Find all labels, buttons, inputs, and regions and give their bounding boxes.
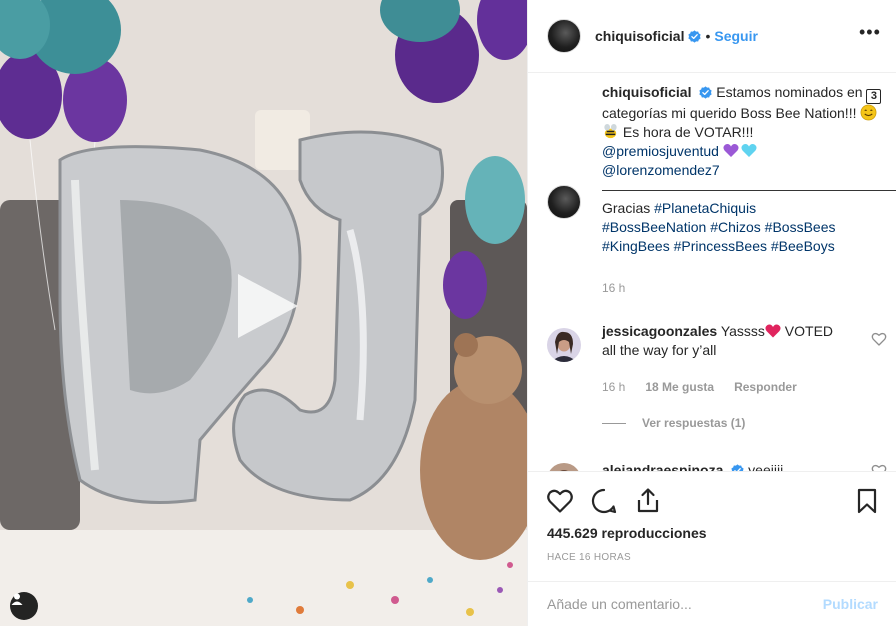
mention-premiosjuventud[interactable]: @premiosjuventud [602,143,719,159]
post-panel: chiquisoficial • Seguir ••• chiquisofici… [527,0,896,626]
number-three-emoji: 3 [866,89,882,104]
hashtag-link[interactable]: #PrincessBees [674,238,767,254]
comment-bubble-icon[interactable] [590,487,618,515]
publish-button[interactable]: Publicar [823,596,878,612]
caption-divider: —————————————————————————— [602,181,896,197]
share-icon[interactable] [634,487,662,515]
caption-line-1: Estamos nominados en [716,84,863,100]
comment-meta: 16 h 18 Me gusta Responder [602,380,887,394]
author-avatar[interactable] [547,19,581,53]
comment-item: alejandraespinoza yeeiiii [547,461,887,471]
post-age[interactable]: HACE 16 HORAS [547,552,631,563]
caption-avatar[interactable] [547,185,581,219]
comments-list[interactable]: chiquisoficial Estamos nominados en 3 ca… [528,73,896,471]
red-heart-emoji-icon [765,324,781,338]
caption-line-3: Es hora de VOTAR!!! [622,124,754,140]
hashtag-link[interactable]: #Chizos [710,219,761,235]
bee-emoji-icon [604,123,617,139]
follow-button[interactable]: Seguir [714,28,758,44]
comment-username[interactable]: jessicagoonzales [602,323,717,339]
caption-text: chiquisoficial Estamos nominados en 3 ca… [602,83,896,298]
comment-username[interactable]: alejandraespinoza [602,462,723,471]
comment-body-a: Yassss [720,323,765,339]
caption: chiquisoficial Estamos nominados en 3 ca… [547,83,896,298]
separator-dot: • [705,28,711,44]
view-replies-button[interactable]: Ver respuestas (1) [602,416,887,430]
post-header: chiquisoficial • Seguir ••• [528,0,896,73]
post-actions: 445.629 reproducciones HACE 16 HORAS [528,471,896,591]
caption-username[interactable]: chiquisoficial [602,84,691,100]
hashtag-link[interactable]: #BossBeeNation [602,219,706,235]
bookmark-icon[interactable] [853,487,881,515]
comment-timestamp[interactable]: 16 h [602,380,625,394]
caption-timestamp[interactable]: 16 h [602,279,887,298]
play-icon [238,274,298,338]
comment-text: jessicagoonzales Yassss VOTED all the wa… [602,322,847,360]
verified-badge-icon [731,464,744,471]
comment-input[interactable] [547,596,823,612]
smiling-face-emoji-icon [860,104,877,121]
comment-body: yeeiiii [748,462,784,471]
author-username[interactable]: chiquisoficial [595,28,684,44]
add-comment-bar: Publicar [528,581,896,626]
view-count[interactable]: 445.629 reproducciones [547,525,707,541]
reply-button[interactable]: Responder [734,380,797,394]
hashtag-link[interactable]: #BossBees [765,219,836,235]
mention-lorenzomendez7[interactable]: @lorenzomendez7 [602,162,720,178]
commenter-avatar[interactable] [547,463,581,471]
like-comment-heart-icon[interactable] [871,331,887,347]
hashtag-link[interactable]: #PlanetaChiquis [654,200,756,216]
comment-text: alejandraespinoza yeeiiii [602,461,847,471]
more-options-icon[interactable]: ••• [859,23,880,46]
commenter-avatar[interactable] [547,328,581,362]
tagged-users-button[interactable] [10,592,38,620]
caption-thanks: Gracias [602,200,651,216]
hashtag-link[interactable]: #KingBees [602,238,670,254]
comment-item: jessicagoonzales Yassss VOTED all the wa… [547,322,887,430]
hearts-emoji-icon [723,144,757,157]
like-comment-heart-icon[interactable] [871,463,887,471]
replies-line [602,422,626,424]
like-heart-icon[interactable] [546,487,574,515]
caption-line-2: categorías mi querido Boss Bee Nation!!! [602,105,857,121]
comment-likes[interactable]: 18 Me gusta [645,380,714,394]
verified-badge-icon [699,86,712,99]
person-icon [11,593,23,605]
post-video[interactable] [0,0,527,626]
play-button[interactable] [226,266,306,346]
hashtag-link[interactable]: #BeeBoys [771,238,835,254]
view-replies-label: Ver respuestas (1) [642,416,746,430]
verified-badge-icon [688,29,702,43]
